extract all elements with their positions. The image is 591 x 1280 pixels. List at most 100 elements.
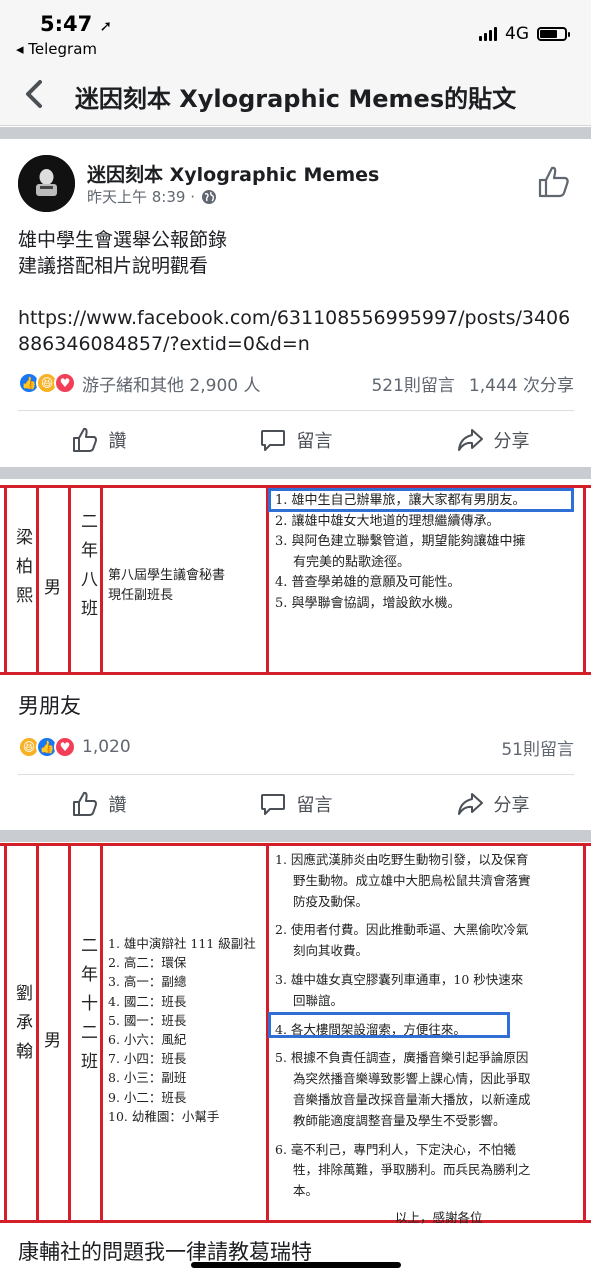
status-indicators: 4G bbox=[479, 24, 570, 44]
platform-item: 6. 毫不利己，專門利人，下定決心，不怕犧 bbox=[275, 1141, 516, 1157]
highlight-box bbox=[268, 1012, 510, 1038]
share-arrow-icon bbox=[457, 429, 483, 451]
platform-item: 3. 雄中雄女真空膠囊列車通車，10 秒快速來 bbox=[275, 971, 524, 987]
separator bbox=[0, 830, 591, 842]
comment-bubble-icon bbox=[260, 794, 285, 815]
separator bbox=[0, 127, 591, 139]
platform-item: 為突然播音樂導致影響上課心情，因此爭取 bbox=[293, 1071, 531, 1087]
platform-item: 音樂播放音量改採音量漸大播放，以新達成 bbox=[293, 1091, 531, 1107]
like-page-icon[interactable] bbox=[536, 164, 572, 200]
role-line: 7. 小四：班長 bbox=[108, 1051, 187, 1067]
post-actions: 讚 留言 分享 bbox=[0, 415, 591, 465]
comment-button[interactable]: 留言 bbox=[197, 779, 394, 829]
comment-label: 留言 bbox=[296, 431, 333, 452]
photo-reactions[interactable]: 😆 👍 ♥ 1,020 51則留言 bbox=[18, 732, 574, 762]
candidate-gender: 男 bbox=[44, 578, 61, 598]
share-button[interactable]: 分享 bbox=[394, 779, 591, 829]
globe-icon bbox=[202, 189, 216, 204]
platform-item: 本。 bbox=[293, 1183, 319, 1199]
post-timestamp[interactable]: 昨天上午 8:39 · bbox=[87, 186, 195, 207]
platform-list: 1. 因應武漢肺炎由吃野生動物引發，以及保育 野生動物。成立雄中大肥烏松鼠共濟會… bbox=[275, 850, 531, 1229]
role-line: 10. 幼稚園：小幫手 bbox=[108, 1108, 220, 1124]
like-button[interactable]: 讚 bbox=[0, 779, 197, 829]
thumbs-up-icon bbox=[72, 791, 97, 816]
comment-count[interactable]: 51則留言 bbox=[501, 735, 574, 760]
post-text-line: 建議搭配相片說明觀看 bbox=[18, 255, 209, 277]
post-text-line: 雄中學生會選舉公報節錄 bbox=[18, 229, 228, 251]
comment-bubble-icon bbox=[260, 430, 285, 451]
share-label: 分享 bbox=[493, 795, 530, 816]
platform-item: 教師能適度調整音量及學生不受影響。 bbox=[293, 1112, 506, 1128]
platform-item: 4. 普查學弟雄的意願及可能性。 bbox=[275, 575, 461, 590]
photo-document-2[interactable]: 劉承翰 男 二年十二班 1. 雄中演辯社 111 級副社 2. 高二：環保 3.… bbox=[0, 843, 591, 1225]
role-line: 第八屆學生議會秘書 bbox=[108, 568, 226, 583]
candidate-gender: 男 bbox=[44, 1031, 61, 1051]
highlight-box bbox=[268, 488, 574, 512]
role-line: 6. 小六：風紀 bbox=[108, 1032, 187, 1048]
platform-item: 有完美的點歌途徑。 bbox=[293, 554, 411, 570]
page-name[interactable]: 迷因刻本 Xylographic Memes bbox=[87, 160, 379, 187]
status-time: 5:47 ➚ bbox=[40, 12, 113, 36]
post-reactions[interactable]: 👍 😆 ♥ 游子緒和其他 2,900 人 521則留言 1,444 次分享 bbox=[18, 368, 574, 398]
share-count[interactable]: 1,444 次分享 bbox=[469, 371, 574, 396]
page-title: 迷因刻本 Xylographic Memes的貼文 bbox=[74, 85, 517, 113]
reaction-count: 游子緒和其他 2,900 人 bbox=[82, 375, 261, 396]
role-line: 9. 小二：班長 bbox=[108, 1089, 187, 1105]
platform-item: 防疫及動保。 bbox=[293, 893, 369, 909]
candidate-name: 劉承翰 bbox=[12, 984, 32, 1071]
like-button[interactable]: 讚 bbox=[0, 415, 197, 465]
role-line: 5. 國一：班長 bbox=[108, 1012, 187, 1028]
divider bbox=[18, 774, 574, 775]
avatar[interactable] bbox=[18, 155, 75, 212]
post-text: 雄中學生會選舉公報節錄 建議搭配相片說明觀看 https://www.faceb… bbox=[18, 227, 578, 357]
post-link[interactable]: https://www.facebook.com/631108556995997… bbox=[18, 305, 578, 357]
candidate-class: 二年八班 bbox=[77, 512, 97, 628]
role-line: 2. 高二：環保 bbox=[108, 955, 187, 971]
platform-item: 5. 與學聯會協調，增設飲水機。 bbox=[275, 595, 461, 611]
home-indicator[interactable] bbox=[191, 1262, 401, 1268]
divider bbox=[18, 410, 574, 411]
candidate-name: 梁柏熙 bbox=[12, 528, 32, 615]
post-meta: 昨天上午 8:39 · bbox=[87, 186, 217, 207]
thumbs-up-icon bbox=[72, 427, 97, 452]
nav-bar: 迷因刻本 Xylographic Memes的貼文 bbox=[0, 62, 591, 126]
battery-icon bbox=[537, 27, 570, 41]
love-reaction-icon: ♥ bbox=[54, 372, 76, 394]
role-line: 現任副班長 bbox=[108, 588, 174, 603]
candidate-roles: 1. 雄中演辯社 111 級副社 2. 高二：環保 3. 高一：副總 4. 國二… bbox=[108, 934, 256, 1126]
platform-item: 1. 因應武漢肺炎由吃野生動物引發，以及保育 bbox=[275, 852, 529, 867]
role-line: 8. 小三：副班 bbox=[108, 1070, 187, 1086]
reaction-count: 1,020 bbox=[82, 737, 131, 757]
network-label: 4G bbox=[505, 24, 529, 44]
platform-item: 2. 讓雄中雄女大地道的理想繼續傳承。 bbox=[275, 513, 500, 529]
share-button[interactable]: 分享 bbox=[394, 415, 591, 465]
comment-count[interactable]: 521則留言 bbox=[371, 371, 454, 396]
status-bar: 5:47 ➚ ◂ Telegram 4G bbox=[0, 0, 591, 62]
reaction-icons: 👍 😆 ♥ bbox=[18, 372, 76, 394]
reaction-icons: 😆 👍 ♥ bbox=[18, 736, 76, 758]
platform-item: 以上，感謝各位 bbox=[395, 1209, 483, 1225]
separator bbox=[0, 467, 591, 479]
signal-icon bbox=[479, 27, 497, 41]
candidate-class: 二年十二班 bbox=[77, 936, 97, 1081]
role-line: 4. 國二：班長 bbox=[108, 993, 187, 1009]
share-label: 分享 bbox=[493, 431, 530, 452]
photo-actions: 讚 留言 分享 bbox=[0, 779, 591, 829]
role-line: 3. 高一：副總 bbox=[108, 974, 187, 990]
love-reaction-icon: ♥ bbox=[54, 736, 76, 758]
platform-item: 野生動物。成立雄中大肥烏松鼠共濟會落實 bbox=[293, 872, 531, 888]
platform-item: 5. 根據不負責任調查，廣播音樂引起爭論原因 bbox=[275, 1050, 529, 1066]
platform-item: 3. 與阿色建立聯繫管道，期望能夠讓雄中擁 bbox=[275, 534, 526, 549]
comment-label: 留言 bbox=[296, 795, 333, 816]
like-label: 讚 bbox=[108, 431, 127, 452]
photo-document-1[interactable]: 梁柏熙 男 二年八班 第八屆學生議會秘書 現任副班長 1. 雄中生自己辦畢旅，讓… bbox=[0, 485, 591, 675]
role-line: 1. 雄中演辯社 111 級副社 bbox=[108, 936, 256, 951]
photo-caption: 男朋友 bbox=[18, 694, 81, 718]
like-label: 讚 bbox=[108, 795, 127, 816]
platform-item: 2. 使用者付費。因此推動乖逼、大黑偷吹冷氣 bbox=[275, 922, 529, 938]
platform-item: 刻向其收費。 bbox=[293, 943, 369, 959]
comment-button[interactable]: 留言 bbox=[197, 415, 394, 465]
back-to-telegram[interactable]: ◂ Telegram bbox=[16, 40, 97, 58]
candidate-roles: 第八屆學生議會秘書 現任副班長 bbox=[108, 566, 225, 606]
platform-item: 回聯誼。 bbox=[293, 992, 344, 1008]
